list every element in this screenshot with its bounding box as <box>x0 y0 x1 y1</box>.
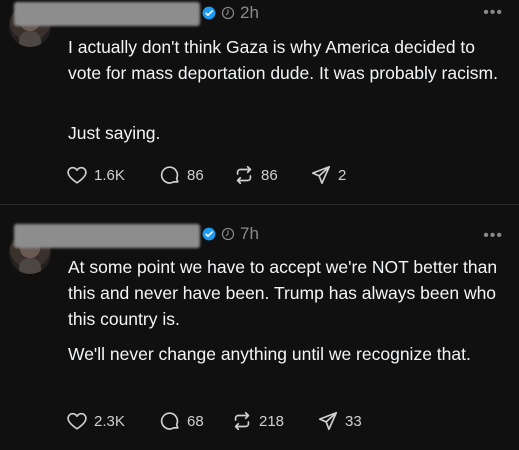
comment-icon <box>160 166 179 184</box>
like-count: 1.6K <box>94 166 125 184</box>
like-count: 2.3K <box>94 412 125 430</box>
share-count: 2 <box>338 166 347 184</box>
share-button[interactable]: 2 <box>310 164 346 186</box>
comment-icon <box>160 412 179 430</box>
post-actions: 2.3K 68 218 33 <box>66 410 362 432</box>
verified-icon <box>202 6 216 20</box>
redacted-username <box>14 224 200 248</box>
verified-icon <box>202 227 216 241</box>
like-button[interactable]: 2.3K <box>66 410 159 432</box>
share-count: 33 <box>345 412 362 430</box>
post-time[interactable]: 7h <box>240 224 259 244</box>
post-text: Just saying. <box>68 123 161 143</box>
timer-icon <box>221 6 235 20</box>
post-time[interactable]: 2h <box>240 3 259 23</box>
share-button[interactable]: 33 <box>317 410 362 432</box>
post-actions: 1.6K 86 86 2 <box>66 164 346 186</box>
more-icon[interactable]: ••• <box>483 5 503 21</box>
post-text: I actually don't think Gaza is why Ameri… <box>68 37 498 83</box>
post-1[interactable]: 2h ••• I actually don't think Gaza is wh… <box>0 0 519 204</box>
heart-icon <box>67 412 87 430</box>
repost-button[interactable]: 218 <box>231 410 317 432</box>
repost-button[interactable]: 86 <box>233 164 310 186</box>
repost-icon <box>236 165 252 185</box>
reply-button[interactable]: 86 <box>159 164 233 186</box>
share-icon <box>311 165 331 185</box>
repost-count: 86 <box>261 166 278 184</box>
repost-icon <box>234 411 250 431</box>
like-button[interactable]: 1.6K <box>66 164 159 186</box>
threads-feed: 2h ••• I actually don't think Gaza is wh… <box>0 0 519 450</box>
reply-count: 68 <box>187 412 204 430</box>
more-icon[interactable]: ••• <box>483 228 503 244</box>
repost-count: 218 <box>259 412 285 430</box>
heart-icon <box>67 166 87 184</box>
reply-count: 86 <box>187 166 204 184</box>
post-text: We'll never change anything until we rec… <box>68 344 471 364</box>
redacted-username <box>14 2 200 26</box>
post-2[interactable]: 7h ••• At some point we have to accept w… <box>0 205 519 450</box>
reply-button[interactable]: 68 <box>159 410 231 432</box>
post-text: At some point we have to accept we're NO… <box>68 257 498 329</box>
timer-icon <box>221 227 235 241</box>
share-icon <box>318 411 338 431</box>
